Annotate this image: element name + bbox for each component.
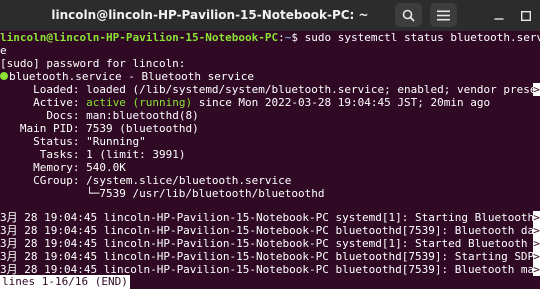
status-label: Status: [0,135,80,148]
cgroup-value: /system.slice/bluetooth.service [79,174,292,187]
log-text: 3月 28 19:04:45 lincoln-HP-Pavilion-15-No… [0,224,540,237]
active-since: since Mon 2022-03-28 19:04:45 JST; 20min… [192,96,491,109]
terminal-window: lincoln@lincoln-HP-Pavilion-15-Notebook-… [0,0,540,289]
active-row: Active: active (running) since Mon 2022-… [0,96,490,109]
active-state: active (running) [79,96,193,109]
status-dot-icon [0,72,8,80]
truncation-marker: > [533,237,540,250]
maximize-icon [521,10,531,21]
truncation-marker: > [533,83,540,96]
minimize-icon [494,17,504,20]
unit-header: bluetooth.service - Bluetooth service [0,70,254,83]
log-line: 3月 28 19:04:45 lincoln-HP-Pavilion-15-No… [0,224,540,237]
truncation-marker: > [533,211,540,224]
cgroup-label: CGroup: [0,174,80,187]
truncation-marker: > [533,250,540,263]
cgroup-row: CGroup: /system.slice/bluetooth.service [0,174,291,187]
maximize-button[interactable] [512,0,540,31]
title-bar[interactable]: lincoln@lincoln-HP-Pavilion-15-Notebook-… [0,0,540,31]
pid-value: 7539 (bluetoothd) [79,122,199,135]
docs-value: man:bluetoothd(8) [79,109,199,122]
cgroup-child: └─7539 /usr/lib/bluetooth/bluetoothd [0,187,325,200]
menu-button[interactable] [430,3,457,27]
memory-row: Memory: 540.0K [0,161,126,174]
loaded-row: Loaded: loaded (/lib/systemd/system/blue… [0,83,540,96]
log-text: 3月 28 19:04:45 lincoln-HP-Pavilion-15-No… [0,250,535,263]
command-line: lincoln@lincoln-HP-Pavilion-15-Notebook-… [0,31,540,44]
pager-status: lines 1-16/16 (END) [0,275,130,289]
window-title: lincoln@lincoln-HP-Pavilion-15-Notebook-… [51,8,369,22]
log-text: 3月 28 19:04:45 lincoln-HP-Pavilion-15-No… [0,237,540,250]
tasks-label: Tasks: [0,148,80,161]
search-button[interactable] [395,3,422,27]
tasks-row: Tasks: 1 (limit: 3991) [0,148,186,161]
status-value: "Running" [79,135,146,148]
log-line: 3月 28 19:04:45 lincoln-HP-Pavilion-15-No… [0,250,540,263]
prompt-separator: : [278,31,285,44]
log-line: 3月 28 19:04:45 lincoln-HP-Pavilion-15-No… [0,237,540,250]
terminal-output[interactable]: lincoln@lincoln-HP-Pavilion-15-Notebook-… [0,31,540,289]
command-wrap: e [0,44,7,57]
truncation-marker: > [533,224,540,237]
search-icon [402,9,415,22]
loaded-label: Loaded: [0,83,80,96]
tasks-value: 1 (limit: 3991) [79,148,186,161]
pid-row: Main PID: 7539 (bluetoothd) [0,122,199,135]
minimize-button[interactable] [485,0,513,31]
status-row: Status: "Running" [0,135,146,148]
prompt-user-host: lincoln@lincoln-HP-Pavilion-15-Notebook-… [0,31,279,44]
memory-value: 540.0K [79,161,126,174]
active-label: Active: [0,96,80,109]
loaded-value: loaded (/lib/systemd/system/bluetooth.se… [79,83,540,96]
pid-label: Main PID: [0,122,80,135]
log-line: 3月 28 19:04:45 lincoln-HP-Pavilion-15-No… [0,211,540,224]
sudo-prompt: [sudo] password for lincoln: [0,57,186,70]
log-text: 3月 28 19:04:45 lincoln-HP-Pavilion-15-No… [0,211,535,224]
docs-label: Docs: [0,109,80,122]
docs-row: Docs: man:bluetoothd(8) [0,109,199,122]
memory-label: Memory: [0,161,80,174]
hamburger-menu-icon [437,10,450,20]
unit-header-text: bluetooth.service - Bluetooth service [9,70,255,83]
command-text: sudo systemctl status bluetooth.servic [298,31,540,44]
truncation-marker: > [533,263,540,276]
